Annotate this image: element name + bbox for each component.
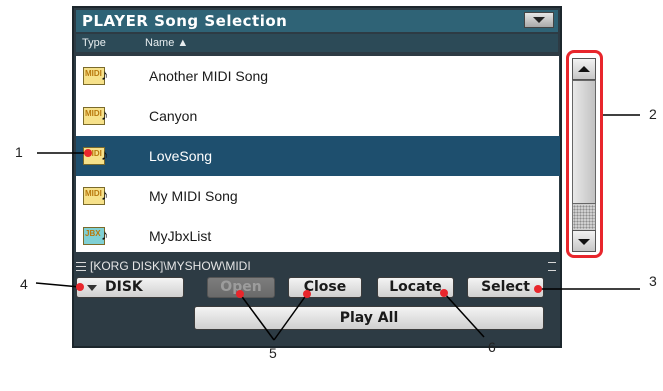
callout-2: 2 [649, 106, 657, 122]
callout-1: 1 [15, 144, 23, 160]
callout-3: 3 [649, 273, 657, 289]
callout-6: 6 [488, 339, 496, 355]
callout-4: 4 [20, 276, 28, 292]
callout-lines [35, 114, 640, 341]
callout-5: 5 [269, 345, 277, 361]
